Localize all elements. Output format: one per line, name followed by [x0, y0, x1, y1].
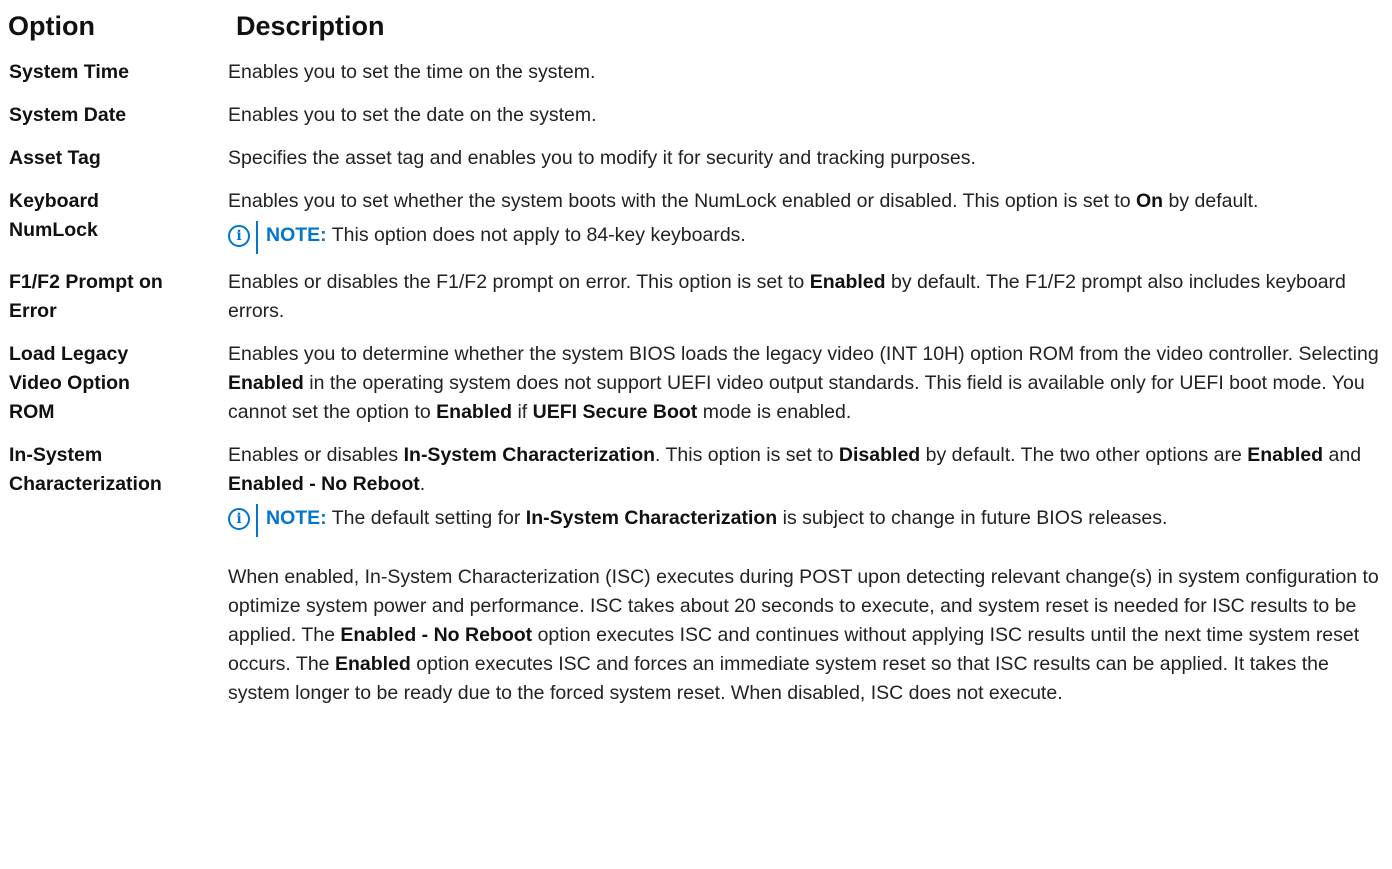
table-row: System Date Enables you to set the date … — [0, 101, 1392, 144]
option-name: System Time — [9, 61, 129, 83]
table-row: Keyboard NumLock Enables you to set whet… — [0, 187, 1392, 268]
option-description: Enables you to set the time on the syste… — [228, 61, 596, 83]
option-description: Specifies the asset tag and enables you … — [228, 147, 976, 169]
option-name: Load Legacy Video Option ROM — [9, 343, 130, 423]
table-row: System Time Enables you to set the time … — [0, 58, 1392, 101]
bios-options-table: Option Description System Time Enables y… — [0, 0, 1392, 722]
option-name: System Date — [9, 104, 127, 126]
option-description: Enables you to set whether the system bo… — [228, 187, 1392, 254]
note-label: NOTE: — [266, 224, 327, 246]
table-row: Asset Tag Specifies the asset tag and en… — [0, 144, 1392, 187]
note-box: i NOTE: The default setting for In-Syste… — [228, 504, 1384, 537]
note-text: This option does not apply to 84-key key… — [331, 224, 746, 246]
table-row: In-System Characterization Enables or di… — [0, 441, 1392, 722]
note-box: i NOTE: This option does not apply to 84… — [228, 221, 1384, 254]
option-name: F1/F2 Prompt on Error — [9, 271, 163, 322]
option-description: Enables or disables In-System Characteri… — [228, 441, 1392, 708]
option-column-header: Option — [8, 11, 95, 41]
option-description: Enables or disables the F1/F2 prompt on … — [228, 271, 1346, 322]
option-name: Asset Tag — [9, 147, 101, 169]
table-row: F1/F2 Prompt on Error Enables or disable… — [0, 268, 1392, 340]
isc-details-paragraph: When enabled, In-System Characterization… — [228, 566, 1379, 704]
option-name: Keyboard NumLock — [9, 190, 99, 241]
info-icon: i — [228, 225, 250, 247]
note-label: NOTE: — [266, 507, 327, 529]
option-description: Enables you to set the date on the syste… — [228, 104, 597, 126]
table-row: Load Legacy Video Option ROM Enables you… — [0, 340, 1392, 441]
description-column-header: Description — [236, 11, 385, 41]
option-description: Enables you to determine whether the sys… — [228, 343, 1379, 423]
option-name: In-System Characterization — [9, 444, 162, 495]
table-header: Option Description — [0, 0, 1392, 58]
info-icon: i — [228, 508, 250, 530]
